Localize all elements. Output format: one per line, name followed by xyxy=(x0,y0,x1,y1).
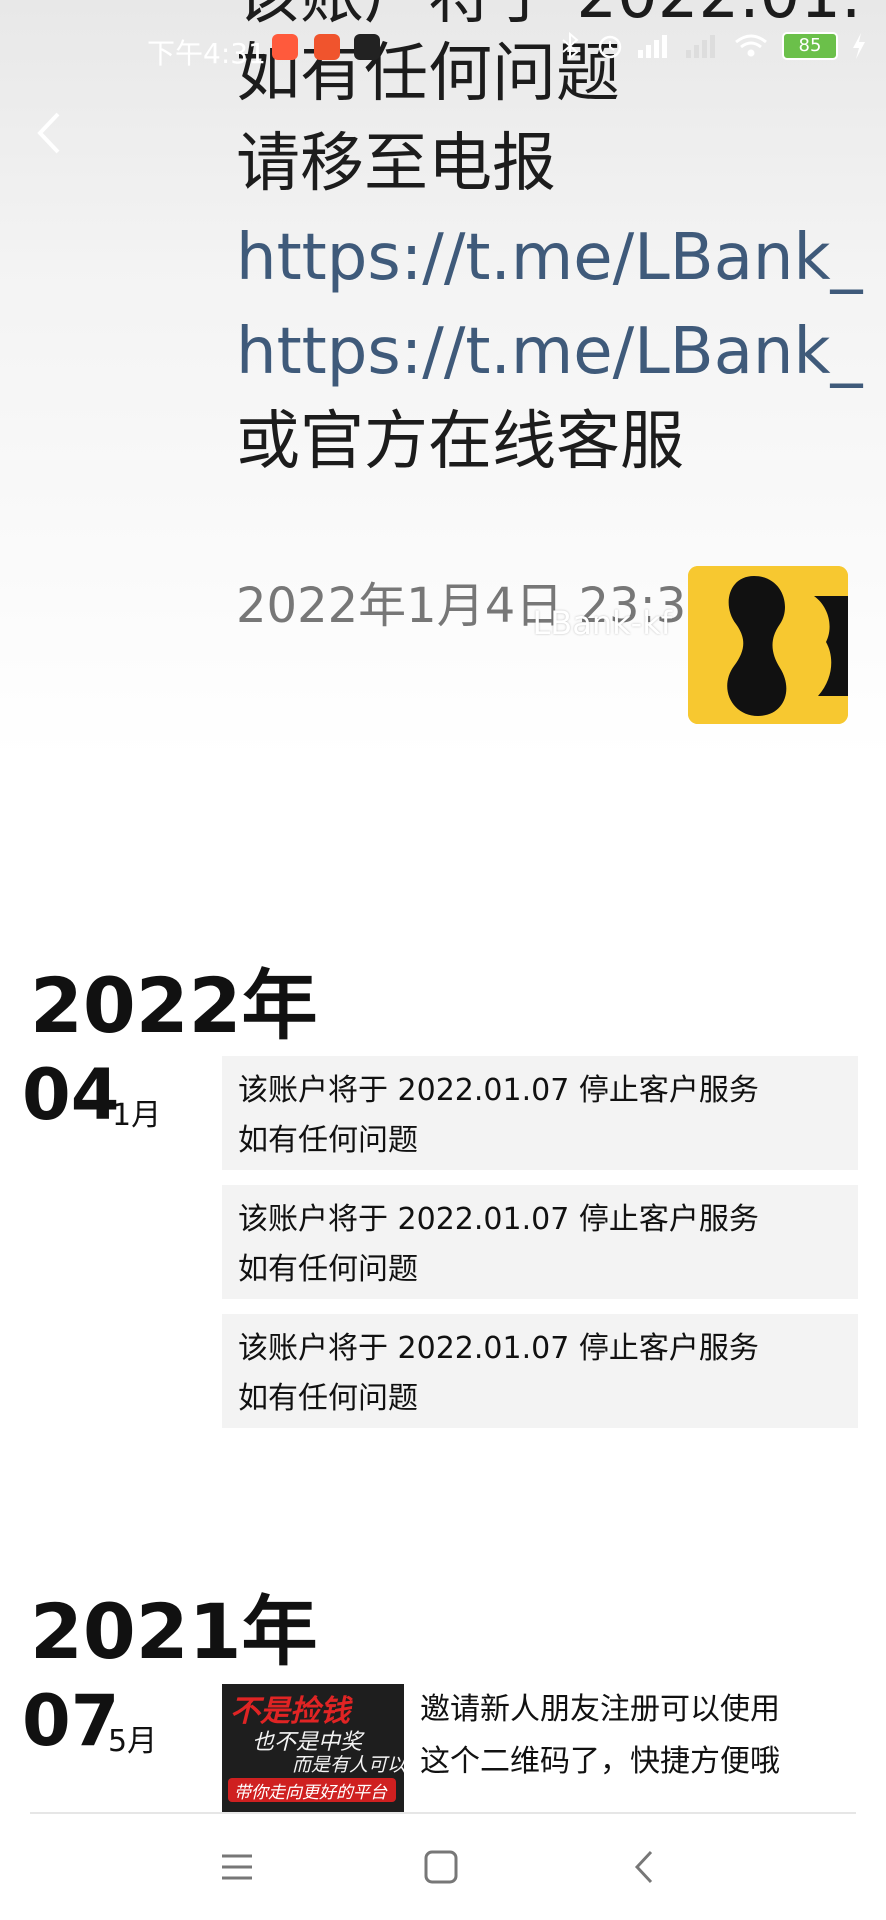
post-thumbnail[interactable]: 不是捡钱 也不是中奖 而是有人可以 带你走向更好的平台 xyxy=(222,1684,404,1814)
cover-line: 请移至电报 xyxy=(236,127,556,201)
app-notification-icon xyxy=(272,34,298,60)
profile-avatar[interactable] xyxy=(688,566,848,724)
post-day: 04 xyxy=(22,1054,120,1136)
system-nav-bar xyxy=(0,1814,886,1920)
home-square-icon xyxy=(424,1850,458,1884)
lbank-logo-icon xyxy=(688,566,848,724)
list-item[interactable]: 不是捡钱 也不是中奖 而是有人可以 带你走向更好的平台 邀请新人朋友注册可以使用… xyxy=(222,1684,858,1814)
tiktok-icon xyxy=(354,34,380,60)
cover-link: https://t.me/LBank_ xyxy=(236,221,863,295)
list-item[interactable]: 该账户将于 2022.01.07 停止客户服务 如有任何问题 xyxy=(222,1314,858,1428)
home-button[interactable] xyxy=(416,1842,466,1892)
post-month: 1月 xyxy=(112,1098,162,1133)
status-time: 下午4:31 xyxy=(147,37,266,70)
signal-icon xyxy=(638,35,667,58)
post-text: 邀请新人朋友注册可以使用 xyxy=(420,1692,780,1727)
list-item[interactable]: 该账户将于 2022.01.07 停止客户服务 如有任何问题 xyxy=(222,1185,858,1299)
post-day: 07 xyxy=(22,1680,120,1762)
recent-apps-button[interactable] xyxy=(212,1842,262,1892)
status-bar: 下午4:31 85 xyxy=(0,26,886,76)
post-text: 如有任何问题 xyxy=(238,1252,418,1287)
post-text: 该账户将于 2022.01.07 停止客户服务 xyxy=(238,1073,759,1108)
wifi-icon xyxy=(735,34,767,57)
post-text-block: 邀请新人朋友注册可以使用 这个二维码了，快捷方便哦 xyxy=(420,1684,860,1788)
year-heading: 2022年 xyxy=(30,961,318,1050)
cover-image: 该账户将于 2022.01. 如有任何问题 请移至电报 https://t.me… xyxy=(0,0,886,760)
back-nav-button[interactable] xyxy=(620,1842,670,1892)
chevron-left-icon xyxy=(37,112,60,154)
back-icon xyxy=(634,1850,653,1884)
post-text: 这个二维码了，快捷方便哦 xyxy=(420,1744,780,1779)
thumbnail-text: 而是有人可以 xyxy=(292,1754,404,1776)
post-text: 如有任何问题 xyxy=(238,1381,418,1416)
post-text: 如有任何问题 xyxy=(238,1123,418,1158)
back-button[interactable] xyxy=(30,108,70,158)
year-heading: 2021年 xyxy=(30,1587,318,1676)
post-text: 该账户将于 2022.01.07 停止客户服务 xyxy=(238,1202,759,1237)
list-item[interactable]: 该账户将于 2022.01.07 停止客户服务 如有任何问题 xyxy=(222,1056,858,1170)
menu-icon xyxy=(222,1854,252,1880)
charging-icon xyxy=(853,33,865,59)
profile-nickname: LBank-kf xyxy=(532,604,672,642)
bluetooth-icon xyxy=(562,32,579,60)
post-month: 5月 xyxy=(108,1724,158,1759)
alarm-icon xyxy=(598,35,622,59)
cover-line: 或官方在线客服 xyxy=(236,405,684,479)
cover-link: https://t.me/LBank_ xyxy=(236,315,863,389)
battery-indicator: 85 xyxy=(782,32,838,60)
signal-2-icon xyxy=(686,35,715,58)
app-notification-icon xyxy=(314,34,340,60)
post-text: 该账户将于 2022.01.07 停止客户服务 xyxy=(238,1331,759,1366)
thumbnail-text: 带你走向更好的平台 xyxy=(234,1783,387,1803)
